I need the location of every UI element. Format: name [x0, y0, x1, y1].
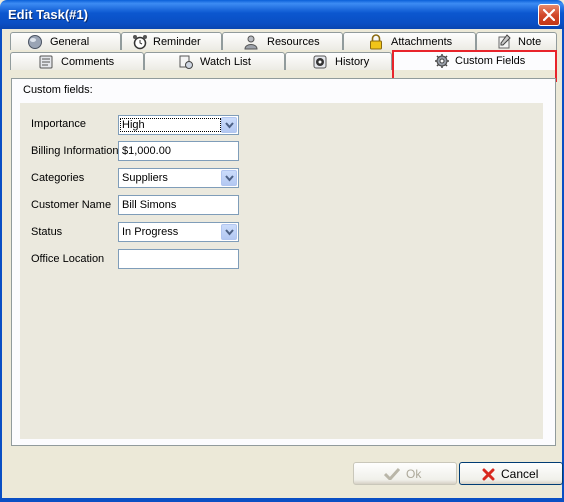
tab-resources[interactable]: Resources [222, 32, 343, 50]
tab-reminder[interactable]: Reminder [121, 32, 222, 50]
checkmark-icon [384, 468, 400, 480]
categories-value: Suppliers [122, 172, 168, 184]
chevron-down-icon [225, 229, 234, 236]
tab-comments[interactable]: Comments [10, 52, 144, 70]
dropdown-button[interactable] [221, 170, 237, 186]
status-label: Status [31, 226, 63, 238]
title-bar[interactable]: Edit Task(#1) [0, 0, 564, 29]
cancel-x-icon [482, 468, 495, 481]
globe-icon [28, 35, 42, 49]
tab-history[interactable]: History [285, 52, 392, 70]
tab-label: Note [518, 36, 542, 48]
tab-label: History [335, 56, 370, 68]
importance-label: Importance [31, 118, 87, 130]
chevron-down-icon [225, 122, 234, 129]
tab-label: Reminder [153, 36, 201, 48]
ok-button[interactable]: Ok [353, 462, 457, 485]
chevron-down-icon [225, 175, 234, 182]
cancel-button[interactable]: Cancel [459, 462, 563, 485]
office-location-label: Office Location [31, 253, 105, 265]
tab-label: Watch List [200, 56, 251, 68]
categories-label: Categories [31, 172, 85, 184]
watch-list-icon [179, 55, 193, 69]
customer-name-field[interactable]: Bill Simons [118, 195, 239, 215]
office-location-field[interactable] [118, 249, 239, 269]
billing-information-field[interactable]: $1,000.00 [118, 141, 239, 161]
importance-select[interactable]: High [118, 115, 239, 135]
billing-information-label: Billing Information [31, 145, 119, 157]
comments-icon [39, 55, 53, 69]
padlock-icon [370, 34, 382, 50]
categories-select[interactable]: Suppliers [118, 168, 239, 188]
status-value: In Progress [122, 226, 179, 238]
panel-heading: Custom fields: [23, 84, 93, 96]
customer-name-label: Customer Name [31, 199, 112, 211]
tab-watch-list[interactable]: Watch List [144, 52, 285, 70]
tab-label: Comments [61, 56, 115, 68]
close-icon [543, 9, 555, 21]
alarm-clock-icon [133, 35, 147, 50]
billing-information-value: $1,000.00 [122, 145, 171, 157]
tab-label: Attachments [391, 36, 453, 48]
dropdown-button[interactable] [221, 117, 237, 133]
cancel-label: Cancel [501, 467, 539, 481]
tab-label: General [50, 36, 90, 48]
note-icon [498, 34, 511, 49]
status-select[interactable]: In Progress [118, 222, 239, 242]
ok-label: Ok [406, 467, 422, 481]
window-title: Edit Task(#1) [8, 7, 88, 22]
dropdown-button[interactable] [221, 224, 237, 240]
tab-note[interactable]: Note [476, 32, 557, 50]
user-icon [244, 35, 258, 50]
history-icon [313, 55, 327, 69]
customer-name-value: Bill Simons [122, 199, 177, 211]
tab-attachments[interactable]: Attachments [343, 32, 476, 50]
tab-general[interactable]: General [10, 32, 121, 50]
importance-value: High [120, 118, 221, 132]
tab-label: Resources [267, 36, 320, 48]
close-button[interactable] [538, 4, 560, 26]
